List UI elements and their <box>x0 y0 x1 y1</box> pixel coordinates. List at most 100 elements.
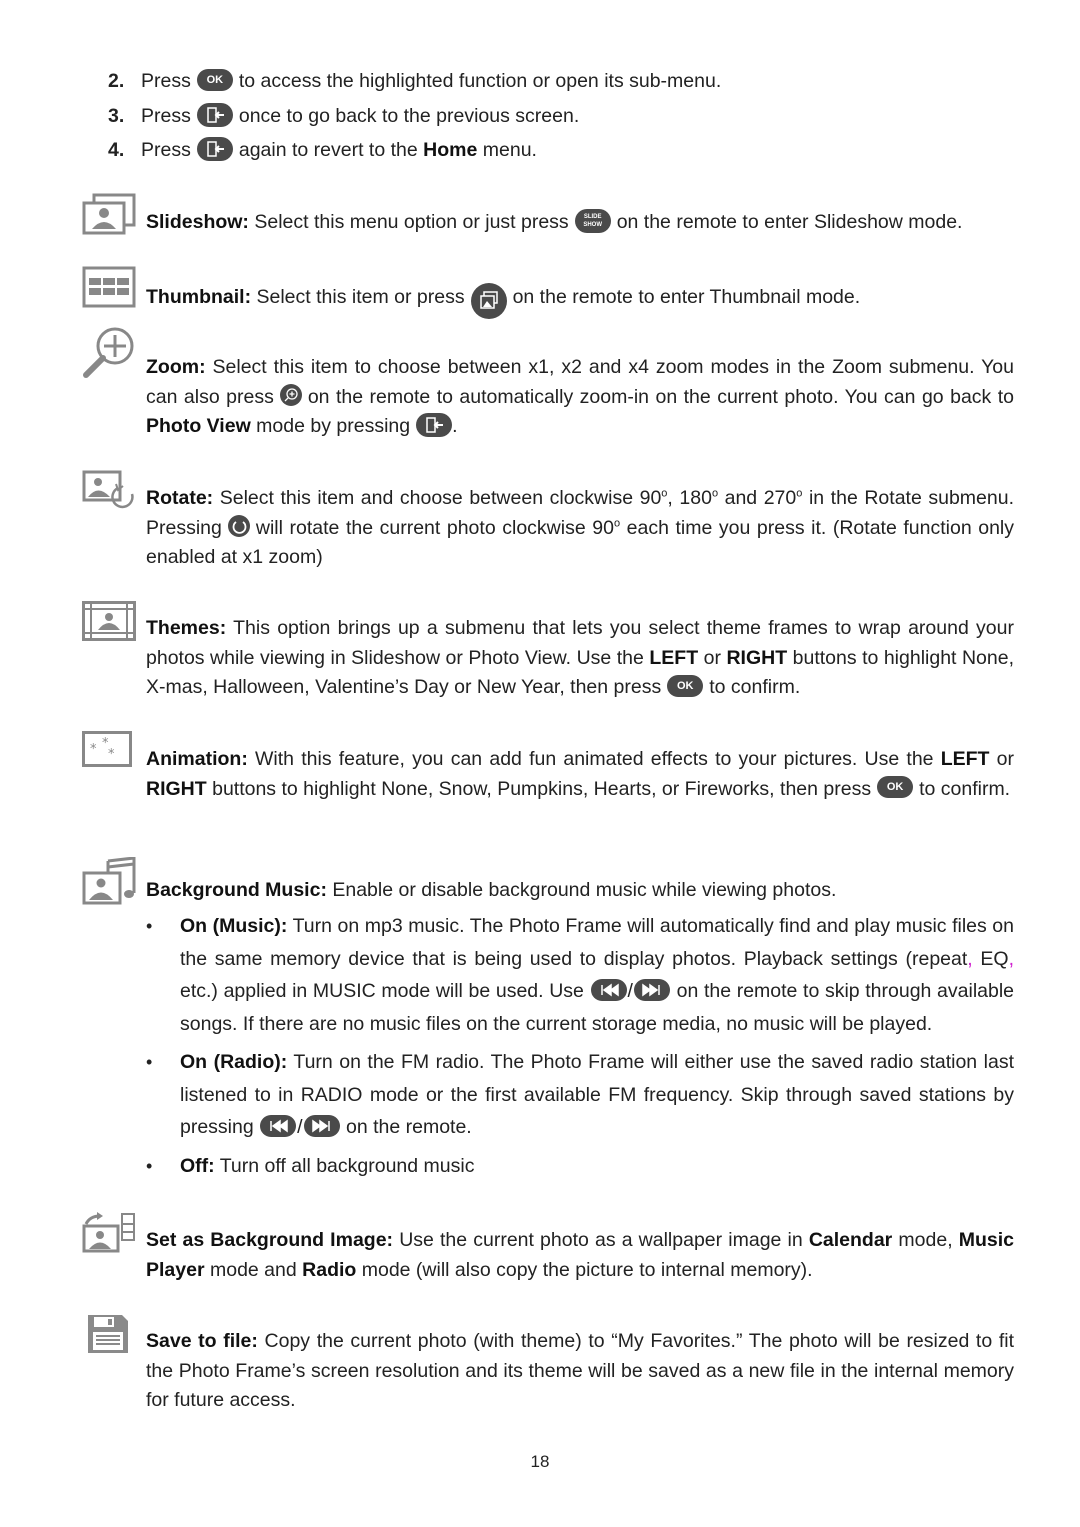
radio-label: Radio <box>302 1258 357 1281</box>
step-number: 4. <box>108 139 125 161</box>
themes-description: Themes: This option brings up a submenu … <box>146 614 1014 703</box>
item-text: Select this menu option or just press <box>254 211 569 233</box>
item-title: Themes: <box>146 617 227 639</box>
option-text: EQ <box>972 947 1009 970</box>
item-text: will rotate the current photo clockwise … <box>255 516 614 539</box>
step-text: Press <box>141 70 191 92</box>
svg-text:*: * <box>108 747 115 762</box>
item-text: to confirm. <box>919 777 1011 800</box>
animation-description: Animation: With this feature, you can ad… <box>146 745 1014 804</box>
slash: / <box>297 1116 303 1138</box>
item-text: , 180 <box>667 487 712 509</box>
step-text: Press <box>141 105 191 127</box>
slideshow-key-line2: SHOW <box>583 221 603 228</box>
next-track-icon <box>633 978 670 1001</box>
item-text: on the remote to enter Thumbnail mode. <box>512 286 861 309</box>
option-title: Off: <box>180 1154 215 1177</box>
set-background-description: Set as Background Image: Use the current… <box>146 1226 1014 1285</box>
item-text: Enable or disable background music while… <box>332 879 837 901</box>
svg-text:*: * <box>90 742 97 757</box>
item-text: With this feature, you can add fun anima… <box>255 748 934 770</box>
slideshow-key-line1: SLIDE <box>583 213 602 220</box>
list-item-off: • Off: Turn off all background music <box>146 1150 1014 1183</box>
item-text: buttons to highlight None, Snow, Pumpkin… <box>212 777 872 800</box>
themes-frame-icon <box>82 601 136 641</box>
step-text: again to revert to the <box>238 139 418 161</box>
step-3: 3. Press once to go back to the previous s… <box>108 101 579 131</box>
rotate-icon <box>82 470 138 510</box>
item-text: or <box>703 646 721 669</box>
zoom-description: Zoom: Select this item to choose between… <box>146 353 1014 442</box>
item-text: or <box>996 748 1015 770</box>
photo-view-label: Photo View <box>146 415 251 437</box>
slideshow-icon <box>82 193 136 235</box>
slideshow-button-icon: SLIDE SHOW <box>574 208 611 233</box>
previous-track-icon <box>590 978 627 1001</box>
rotate-description: Rotate: Select this item and choose betw… <box>146 484 1014 573</box>
option-title: On (Music): <box>180 915 288 937</box>
step-2: 2. Press OK to access the highlighted funct… <box>108 66 721 96</box>
background-music-description: Background Music: Enable or disable back… <box>146 876 1014 906</box>
item-text: on the remote to enter Slideshow mode. <box>616 211 963 233</box>
item-text: to confirm. <box>709 676 801 698</box>
item-title: Save to file: <box>146 1330 258 1352</box>
item-text: . <box>452 415 458 437</box>
option-text: Turn off all background music <box>219 1154 475 1177</box>
background-music-icon <box>82 857 138 907</box>
ok-button-icon: OK <box>196 68 233 91</box>
list-item-on-music: • On (Music): Turn on mp3 music. The Pho… <box>146 910 1014 1040</box>
bullet: • <box>146 1155 153 1176</box>
save-to-file-description: Save to file: Copy the current photo (wi… <box>146 1327 1014 1416</box>
list-item-on-radio: • On (Radio): Turn on the FM radio. The … <box>146 1046 1014 1144</box>
item-text: Copy the current photo (with theme) to “… <box>146 1330 1015 1411</box>
option-title: On (Radio): <box>180 1051 288 1073</box>
option-text: Turn on mp3 music. The Photo Frame will … <box>180 915 1014 970</box>
item-text: mode by pressing <box>256 415 411 437</box>
previous-track-icon <box>260 1114 297 1137</box>
music-options-list: • On (Music): Turn on mp3 music. The Pho… <box>146 910 1014 1182</box>
step-number: 3. <box>108 105 125 127</box>
left-label: LEFT <box>649 646 699 669</box>
item-title: Slideshow: <box>146 211 249 233</box>
slash: / <box>627 980 633 1002</box>
zoom-button-icon <box>279 384 302 407</box>
right-label: RIGHT <box>726 646 788 669</box>
step-text: to access the highlighted function or op… <box>238 70 722 92</box>
rotate-button-icon <box>227 515 250 538</box>
back-exit-icon <box>196 102 233 127</box>
page-number: 18 <box>530 1452 550 1471</box>
step-text: Press <box>141 139 191 161</box>
animation-sparkle-icon: * * * <box>82 731 132 767</box>
slideshow-description: Slideshow: Select this menu option or ju… <box>146 208 1014 238</box>
bullet: • <box>146 1052 153 1072</box>
item-title: Background Music: <box>146 879 327 901</box>
option-text: etc.) applied in MUSIC mode will be used… <box>180 980 584 1002</box>
item-title: Rotate: <box>146 487 214 509</box>
right-label: RIGHT <box>146 777 207 800</box>
item-text: and 270 <box>718 487 797 509</box>
item-title: Zoom: <box>146 356 206 378</box>
item-text: mode and <box>209 1258 297 1281</box>
thumbnail-button-icon <box>470 283 507 319</box>
thumbnail-description: Thumbnail: Select this item or press on t… <box>146 280 1014 319</box>
step-number: 2. <box>108 70 125 92</box>
home-label: Home <box>423 139 478 161</box>
item-text: mode (will also copy the picture to inte… <box>361 1258 813 1281</box>
item-title: Set as Background Image: <box>146 1229 394 1251</box>
back-exit-icon <box>416 412 453 437</box>
save-floppy-icon <box>86 1313 130 1355</box>
ok-button-icon: OK <box>667 674 704 697</box>
left-label: LEFT <box>940 748 990 770</box>
item-text: Select this item and choose between cloc… <box>219 487 662 509</box>
item-text: mode, <box>898 1229 953 1251</box>
step-text: once to go back to the previous screen. <box>238 105 580 127</box>
step-4: 4. Press again to revert to the Home menu. <box>108 135 537 165</box>
item-title: Thumbnail: <box>146 286 252 309</box>
next-track-icon <box>303 1114 340 1137</box>
item-text: on the remote to automatically zoom-in o… <box>307 385 1015 408</box>
step-text: menu. <box>482 139 537 161</box>
set-background-image-icon <box>82 1212 138 1254</box>
zoom-magnifier-icon <box>82 325 138 379</box>
item-title: Animation: <box>146 748 248 770</box>
thumbnail-grid-icon <box>82 266 136 308</box>
